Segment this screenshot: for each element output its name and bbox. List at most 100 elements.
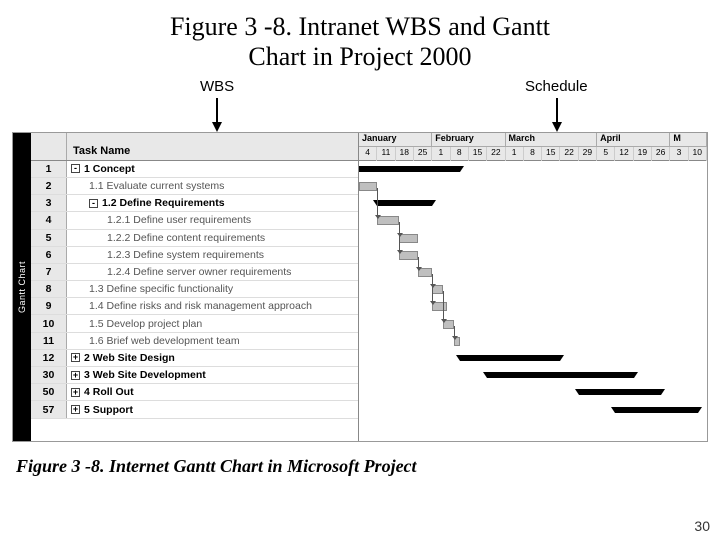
summary-bar[interactable] [615, 407, 697, 413]
week-header: 25 [414, 147, 432, 161]
slide-title: Figure 3 -8. Intranet WBS and Gantt Char… [0, 0, 720, 76]
month-header: February [432, 133, 505, 146]
row-id: 30 [31, 367, 67, 383]
expand-icon[interactable]: + [71, 371, 80, 380]
collapse-icon[interactable]: - [71, 164, 80, 173]
table-row[interactable]: 1-1 Concept [31, 161, 358, 178]
week-header: 8 [451, 147, 469, 161]
row-id: 9 [31, 298, 67, 314]
week-header: 15 [469, 147, 487, 161]
row-id: 4 [31, 212, 67, 228]
arrow-down-icon [550, 98, 564, 132]
month-header: March [506, 133, 598, 146]
timeline-pane[interactable]: JanuaryFebruaryMarchAprilM 4111825181522… [359, 133, 707, 441]
task-name: 1.2.3 Define system requirements [67, 247, 358, 263]
table-row[interactable]: 12+2 Web Site Design [31, 350, 358, 367]
chart-body[interactable] [359, 161, 707, 441]
col-taskname[interactable]: Task Name [67, 133, 358, 160]
annotation-row: WBS Schedule [0, 76, 720, 132]
task-name: +5 Support [67, 401, 358, 417]
task-name: 1.6 Brief web development team [67, 333, 358, 349]
expand-icon[interactable]: + [71, 353, 80, 362]
summary-bar[interactable] [487, 372, 634, 378]
dependency-link [454, 326, 460, 339]
calendar-header: JanuaryFebruaryMarchAprilM 4111825181522… [359, 133, 707, 161]
summary-bar[interactable] [359, 166, 460, 172]
dependency-link [443, 291, 449, 321]
table-row[interactable]: 3-1.2 Define Requirements [31, 195, 358, 212]
row-id: 11 [31, 333, 67, 349]
month-header: January [359, 133, 432, 146]
view-tab[interactable]: Gantt Chart [13, 133, 31, 441]
week-header: 10 [689, 147, 707, 161]
week-header: 22 [560, 147, 578, 161]
month-header: April [597, 133, 670, 146]
week-header: 18 [396, 147, 414, 161]
figure-caption: Figure 3 -8. Internet Gantt Chart in Mic… [0, 442, 720, 477]
expand-icon[interactable]: + [71, 388, 80, 397]
week-header: 22 [487, 147, 505, 161]
row-id: 8 [31, 281, 67, 297]
month-header: M [670, 133, 707, 146]
row-id: 2 [31, 178, 67, 194]
task-name: -1.2 Define Requirements [67, 195, 358, 211]
row-id: 57 [31, 401, 67, 417]
task-name: +4 Roll Out [67, 384, 358, 400]
schedule-label: Schedule [525, 78, 588, 95]
week-header: 3 [670, 147, 688, 161]
week-header: 11 [377, 147, 395, 161]
dependency-link [432, 274, 438, 304]
table-row[interactable]: 41.2.1 Define user requirements [31, 212, 358, 229]
summary-bar[interactable] [377, 200, 432, 206]
week-header: 12 [615, 147, 633, 161]
collapse-icon[interactable]: - [89, 199, 98, 208]
task-bar[interactable] [359, 182, 377, 191]
week-header: 1 [432, 147, 450, 161]
task-name: 1.1 Evaluate current systems [67, 178, 358, 194]
table-row[interactable]: 91.4 Define risks and risk management ap… [31, 298, 358, 315]
dependency-link [418, 257, 424, 270]
row-id: 7 [31, 264, 67, 280]
table-row[interactable]: 101.5 Develop project plan [31, 315, 358, 332]
task-name: 1.3 Define specific functionality [67, 281, 358, 297]
week-header: 19 [634, 147, 652, 161]
row-id: 10 [31, 315, 67, 331]
table-row[interactable]: 30+3 Web Site Development [31, 367, 358, 384]
dependency-link [399, 222, 405, 252]
gantt-chart: Gantt Chart Task Name 1-1 Concept21.1 Ev… [12, 132, 708, 442]
table-row[interactable]: 50+4 Roll Out [31, 384, 358, 401]
summary-bar[interactable] [579, 389, 661, 395]
page-number: 30 [694, 518, 710, 534]
week-header: 29 [579, 147, 597, 161]
task-name: -1 Concept [67, 161, 358, 177]
wbs-label: WBS [200, 78, 234, 95]
row-id: 12 [31, 350, 67, 366]
row-id: 1 [31, 161, 67, 177]
table-header: Task Name [31, 133, 358, 161]
week-header: 8 [524, 147, 542, 161]
table-row[interactable]: 71.2.4 Define server owner requirements [31, 264, 358, 281]
task-table: Task Name 1-1 Concept21.1 Evaluate curre… [31, 133, 359, 441]
row-id: 5 [31, 230, 67, 246]
row-id: 50 [31, 384, 67, 400]
week-header: 26 [652, 147, 670, 161]
table-row[interactable]: 81.3 Define specific functionality [31, 281, 358, 298]
week-header: 4 [359, 147, 377, 161]
dependency-link [377, 188, 383, 218]
summary-bar[interactable] [460, 355, 561, 361]
table-row[interactable]: 21.1 Evaluate current systems [31, 178, 358, 195]
row-id: 3 [31, 195, 67, 211]
table-row[interactable]: 51.2.2 Define content requirements [31, 230, 358, 247]
task-name: 1.5 Develop project plan [67, 315, 358, 331]
task-name: +3 Web Site Development [67, 367, 358, 383]
task-name: 1.2.1 Define user requirements [67, 212, 358, 228]
task-name: 1.4 Define risks and risk management app… [67, 298, 358, 314]
week-header: 15 [542, 147, 560, 161]
table-row[interactable]: 57+5 Support [31, 401, 358, 418]
expand-icon[interactable]: + [71, 405, 80, 414]
table-row[interactable]: 111.6 Brief web development team [31, 333, 358, 350]
arrow-down-icon [210, 98, 224, 132]
table-row[interactable]: 61.2.3 Define system requirements [31, 247, 358, 264]
task-name: +2 Web Site Design [67, 350, 358, 366]
week-header: 5 [597, 147, 615, 161]
